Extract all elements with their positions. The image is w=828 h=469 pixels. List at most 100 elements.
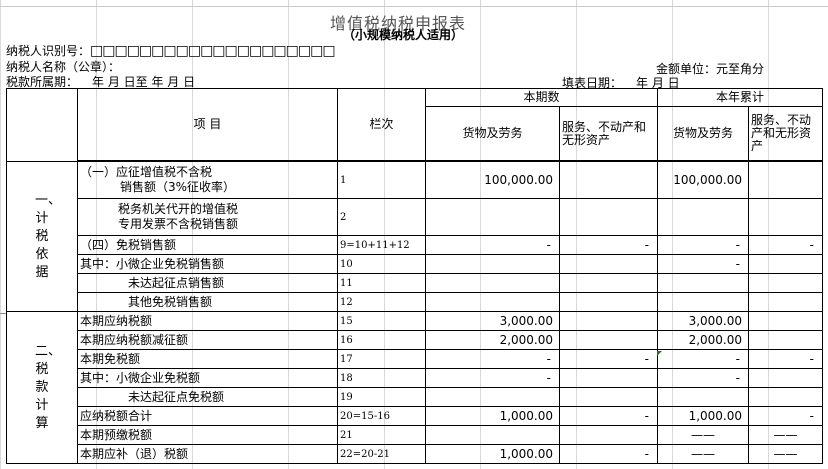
header-goods-year: 货物及劳务 <box>657 106 749 161</box>
row-19-col: 19 <box>337 387 426 407</box>
row-11-goods[interactable] <box>425 273 560 293</box>
row-1-services-year[interactable] <box>748 161 823 199</box>
row-21-col: 21 <box>337 425 426 445</box>
row-12-services-year[interactable] <box>748 292 823 312</box>
row-20-goods[interactable]: 1,000.00 <box>425 406 560 426</box>
error-indicator-icon <box>657 351 662 356</box>
row-11-services[interactable] <box>559 273 658 293</box>
row-17-goods-year[interactable]: - <box>657 349 749 369</box>
row-20-item: 应纳税额合计 <box>77 406 338 426</box>
row-18-goods-year[interactable]: - <box>657 368 749 388</box>
row-2-services[interactable] <box>559 198 658 236</box>
header-col-no: 栏次 <box>337 88 426 161</box>
row-12-col: 12 <box>337 292 426 312</box>
row-18-services[interactable] <box>559 368 658 388</box>
header-goods: 货物及劳务 <box>425 106 560 161</box>
row-12-goods[interactable] <box>425 292 560 312</box>
period-label: 税款所属期： <box>6 75 79 89</box>
row-21-services[interactable] <box>559 425 658 445</box>
row-16-services[interactable] <box>559 330 658 350</box>
row-1-item-line2: 销售额（3%征收率） <box>120 180 236 194</box>
row-2-col: 2 <box>337 198 426 236</box>
row-11-goods-year[interactable] <box>657 273 749 293</box>
row-15-col: 15 <box>337 311 426 331</box>
row-16-goods[interactable]: 2,000.00 <box>425 330 560 350</box>
row-1-col: 1 <box>337 161 426 199</box>
row-1-item-line1: （一）应征增值税不含税 <box>80 165 213 179</box>
row-16-services-year[interactable] <box>748 330 823 350</box>
row-12-services[interactable] <box>559 292 658 312</box>
row-20-services[interactable]: - <box>559 406 658 426</box>
row-20-goods-year[interactable]: 1,000.00 <box>657 406 749 426</box>
period-value: 年 月 日至 年 月 日 <box>92 75 196 89</box>
row-22-services-year[interactable]: —— <box>748 444 823 464</box>
row-19-services[interactable] <box>559 387 658 407</box>
row-1-services[interactable] <box>559 161 658 199</box>
row-22-goods[interactable]: 1,000.00 <box>425 444 560 464</box>
row-19-goods-year[interactable] <box>657 387 749 407</box>
row-11-services-year[interactable] <box>748 273 823 293</box>
row-9-services[interactable]: - <box>559 235 658 255</box>
row-17-item: 本期免税额 <box>77 349 338 369</box>
row-2-item: 税务机关代开的增值税 专用发票不含税销售额 <box>77 198 338 236</box>
row-10-goods-year[interactable]: - <box>657 254 749 274</box>
row-15-goods[interactable]: 3,000.00 <box>425 311 560 331</box>
row-21-item: 本期预缴税额 <box>77 425 338 445</box>
row-16-col: 16 <box>337 330 426 350</box>
row-21-goods[interactable] <box>425 425 560 445</box>
row-17-services-year[interactable]: - <box>748 349 823 369</box>
row-19-item: 未达起征点免税额 <box>77 387 338 407</box>
header-blank <box>6 88 78 162</box>
row-15-services-year[interactable] <box>748 311 823 331</box>
row-16-item: 本期应纳税额减征额 <box>77 330 338 350</box>
row-21-services-year[interactable]: —— <box>748 425 823 445</box>
row-15-services[interactable] <box>559 311 658 331</box>
row-22-goods-year[interactable]: —— <box>657 444 749 464</box>
row-2-services-year[interactable] <box>748 198 823 236</box>
row-9-services-year[interactable]: - <box>748 235 823 255</box>
row-9-item: （四）免税销售额 <box>77 235 338 255</box>
row-10-col: 10 <box>337 254 426 274</box>
row-18-goods[interactable]: - <box>425 368 560 388</box>
row-1-goods[interactable]: 100,000.00 <box>425 161 560 199</box>
row-22-item: 本期应补（退）税额 <box>77 444 338 464</box>
row-18-services-year[interactable] <box>748 368 823 388</box>
row-1-item: （一）应征增值税不含税 销售额（3%征收率） <box>77 161 338 199</box>
taxpayer-id-row: 纳税人识别号：□□□□□□□□□□□□□□□□□□□□ <box>6 42 336 59</box>
row-9-goods-year[interactable]: - <box>657 235 749 255</box>
header-services: 服务、不动产和无形资产 <box>559 106 658 161</box>
row-19-goods[interactable] <box>425 387 560 407</box>
row-17-col: 17 <box>337 349 426 369</box>
taxpayer-id-boxes[interactable]: □□□□□□□□□□□□□□□□□□□□ <box>90 43 336 59</box>
row-12-goods-year[interactable] <box>657 292 749 312</box>
row-18-col: 18 <box>337 368 426 388</box>
row-17-services[interactable]: - <box>559 349 658 369</box>
header-year-total: 本年累计 <box>657 88 823 107</box>
row-20-services-year[interactable]: - <box>748 406 823 426</box>
row-17-goods[interactable]: - <box>425 349 560 369</box>
row-10-services[interactable] <box>559 254 658 274</box>
row-2-goods-year[interactable] <box>657 198 749 236</box>
row-15-goods-year[interactable]: 3,000.00 <box>657 311 749 331</box>
section-calc-text: 二、税款计算 <box>35 343 62 431</box>
row-12-item: 其他免税销售额 <box>77 292 338 312</box>
row-9-col: 9=10+11+12 <box>337 235 426 255</box>
section-basis-text: 一、计税依据 <box>35 192 62 280</box>
row-22-services[interactable]: - <box>559 444 658 464</box>
row-2-item-line1: 税务机关代开的增值税 <box>118 202 239 216</box>
section-calc: 二、税款计算 <box>6 311 78 464</box>
taxpayer-id-label: 纳税人识别号： <box>6 44 91 58</box>
row-9-goods[interactable]: - <box>425 235 560 255</box>
row-1-goods-year[interactable]: 100,000.00 <box>657 161 749 199</box>
row-11-item: 未达起征点销售额 <box>77 273 338 293</box>
spreadsheet-top-row <box>0 0 828 7</box>
tax-return-table: 项 目 栏次 本期数 本年累计 货物及劳务 服务、不动产和无形资产 货物及劳务 … <box>6 88 823 464</box>
row-16-goods-year[interactable]: 2,000.00 <box>657 330 749 350</box>
row-21-goods-year[interactable]: —— <box>657 425 749 445</box>
row-10-services-year[interactable] <box>748 254 823 274</box>
row-10-goods[interactable] <box>425 254 560 274</box>
row-19-services-year[interactable] <box>748 387 823 407</box>
row-22-col: 22=20-21 <box>337 444 426 464</box>
header-services-year: 服务、不动产和无形资产 <box>748 106 823 161</box>
row-2-goods[interactable] <box>425 198 560 236</box>
